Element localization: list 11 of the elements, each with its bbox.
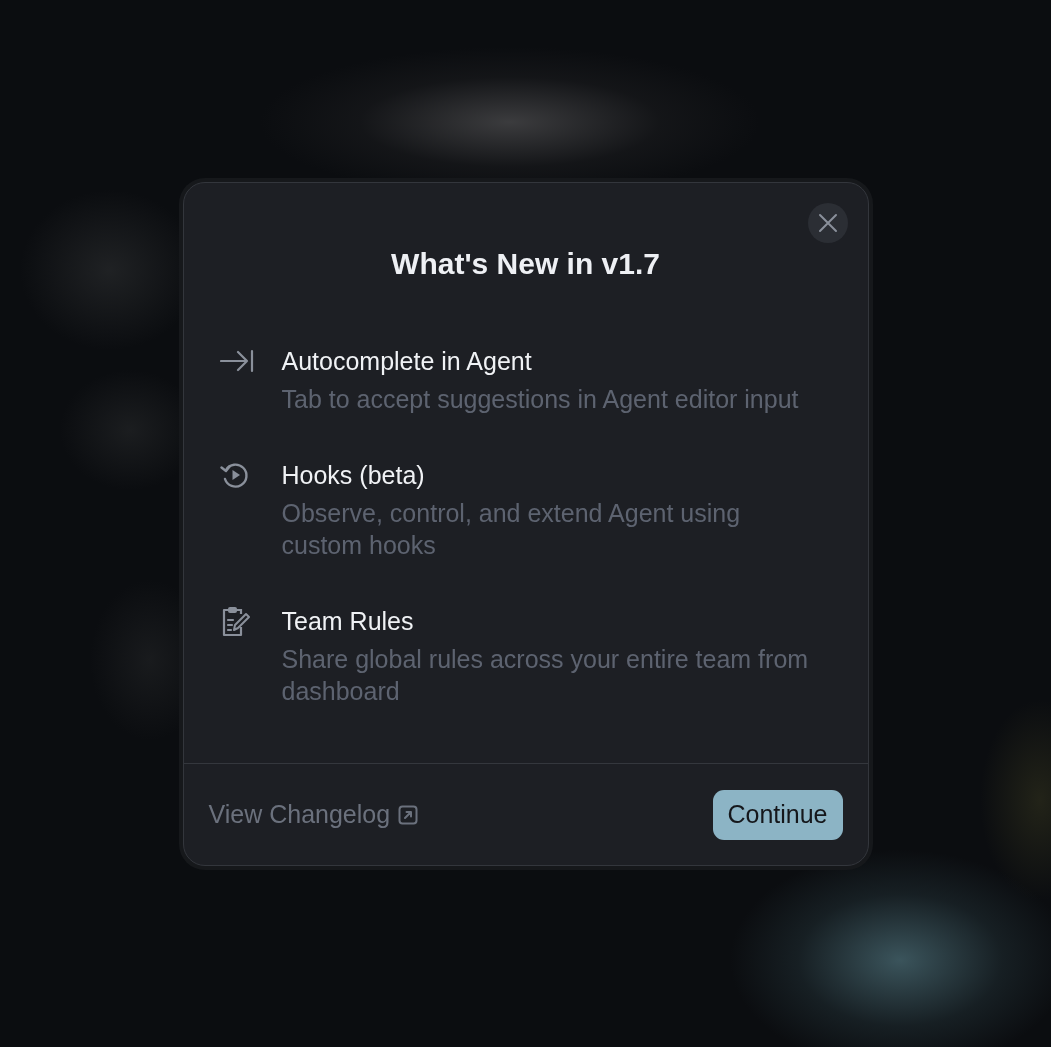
feature-title: Hooks (beta)	[281, 459, 426, 491]
feature-description: Share global rules across your entire team from dashboard	[281, 643, 810, 707]
feature-description: Observe, control, and extend Agent using custom hooks	[281, 497, 742, 561]
continue-button[interactable]: Continue	[712, 789, 843, 840]
external-link-icon	[398, 804, 419, 825]
close-icon	[817, 212, 838, 233]
feature-title: Team Rules	[281, 605, 415, 637]
feature-description: Tab to accept suggestions in Agent editor input	[281, 383, 800, 415]
tab-arrow-icon	[219, 348, 254, 373]
dialog-title: What's New in v1.7	[391, 245, 660, 282]
feature-title: Autocomplete in Agent	[281, 345, 533, 377]
